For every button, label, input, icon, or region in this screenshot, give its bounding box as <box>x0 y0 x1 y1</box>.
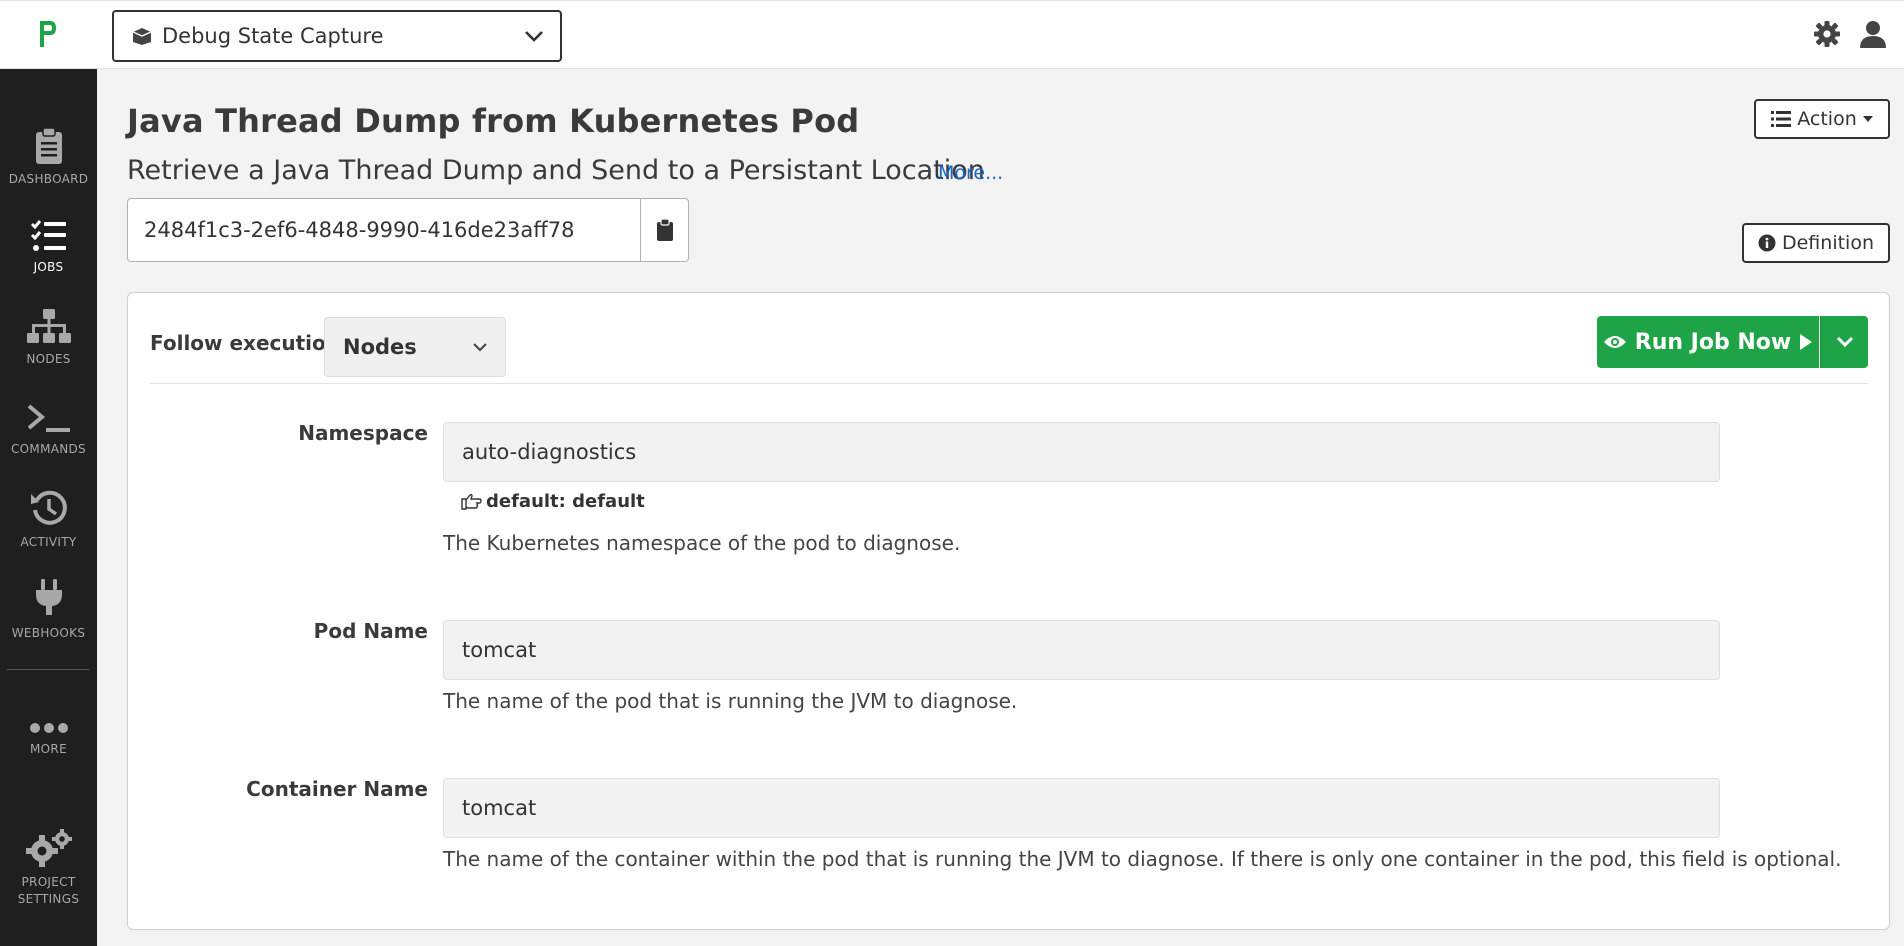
option-label-pod-name: Pod Name <box>313 619 428 643</box>
job-uuid-group <box>127 198 689 262</box>
action-dropdown-button[interactable]: Action <box>1754 99 1890 139</box>
action-label: Action <box>1797 108 1857 130</box>
option-value: tomcat <box>462 796 537 820</box>
project-selector[interactable]: Debug State Capture <box>112 10 562 62</box>
sidebar-item-webhooks[interactable]: WEBHOOKS <box>0 579 97 642</box>
sidebar-item-label: COMMANDS <box>11 442 86 456</box>
copy-uuid-button[interactable] <box>640 199 688 261</box>
sidebar-item-dashboard[interactable]: DASHBOARD <box>0 127 97 188</box>
list-icon <box>1771 111 1792 127</box>
option-default-namespace[interactable]: default: default <box>460 491 645 512</box>
option-label-namespace: Namespace <box>298 421 428 445</box>
job-title: Java Thread Dump from Kubernetes Pod <box>127 102 860 140</box>
play-icon <box>1800 334 1813 350</box>
chevron-down-icon <box>473 342 487 351</box>
gear-icon[interactable] <box>1812 19 1842 49</box>
follow-execution-value: Nodes <box>343 335 417 359</box>
option-value: auto-diagnostics <box>462 440 637 464</box>
definition-button[interactable]: Definition <box>1742 223 1890 263</box>
terminal-icon <box>27 404 70 432</box>
box-icon <box>132 28 152 45</box>
option-description-container-name: The name of the container within the pod… <box>443 847 1842 871</box>
clipboard-copy-icon <box>656 219 673 241</box>
more-link[interactable]: More... <box>938 162 1003 184</box>
option-input-container-name[interactable]: tomcat <box>443 778 1720 838</box>
hand-point-right-icon <box>461 493 482 510</box>
sidebar-item-label: PROJECT SETTINGS <box>17 875 80 906</box>
ellipsis-icon <box>29 723 68 733</box>
option-input-namespace[interactable]: auto-diagnostics <box>443 422 1720 482</box>
option-input-pod-name[interactable]: tomcat <box>443 620 1720 680</box>
top-bar: Debug State Capture <box>0 0 1904 69</box>
chevron-down-icon <box>1836 336 1853 348</box>
run-job-now-button[interactable]: Run Job Now <box>1597 316 1819 368</box>
follow-execution-label: Follow execution <box>150 331 340 355</box>
sidebar-item-activity[interactable]: ACTIVITY <box>0 488 97 551</box>
sidebar-item-nodes[interactable]: NODES <box>0 309 97 368</box>
project-name: Debug State Capture <box>162 24 384 48</box>
panel-divider <box>150 383 1868 384</box>
sidebar-item-commands[interactable]: COMMANDS <box>0 403 97 458</box>
sidebar-item-label: MORE <box>30 742 67 756</box>
chevron-down-icon <box>525 31 543 42</box>
sidebar-divider <box>7 669 89 670</box>
rundeck-logo-icon[interactable] <box>32 17 62 53</box>
caret-down-icon <box>1862 116 1873 122</box>
sidebar-item-label: DASHBOARD <box>8 172 89 186</box>
definition-label: Definition <box>1781 232 1874 254</box>
sitemap-icon <box>26 309 71 343</box>
sidebar-item-project-settings[interactable]: PROJECT SETTINGS <box>0 828 97 908</box>
sidebar-item-more[interactable]: MORE <box>0 721 97 758</box>
user-icon[interactable] <box>1858 19 1888 49</box>
run-job-panel: Follow execution Nodes Run Job Now Names… <box>127 292 1890 930</box>
job-description: Retrieve a Java Thread Dump and Send to … <box>127 155 985 186</box>
tasks-list-icon <box>30 220 66 251</box>
option-description-pod-name: The name of the pod that is running the … <box>443 689 1018 713</box>
sidebar-item-label: WEBHOOKS <box>11 626 86 640</box>
clipboard-icon <box>35 127 62 164</box>
sidebar: DASHBOARD JOBS NODES COMMANDS ACTIVITY W… <box>0 69 97 946</box>
follow-execution-select[interactable]: Nodes <box>324 317 506 377</box>
sidebar-item-jobs[interactable]: JOBS <box>0 219 97 276</box>
sidebar-item-label: NODES <box>26 352 71 366</box>
eye-icon <box>1603 336 1626 348</box>
info-circle-icon <box>1758 234 1776 252</box>
run-job-label: Run Job Now <box>1634 329 1792 355</box>
option-description-namespace: The Kubernetes namespace of the pod to d… <box>443 531 961 555</box>
run-options-dropdown[interactable] <box>1820 316 1868 368</box>
option-value: tomcat <box>462 638 537 662</box>
option-label-container-name: Container Name <box>246 777 428 801</box>
sidebar-item-label: JOBS <box>33 260 64 274</box>
history-icon <box>30 490 67 525</box>
sidebar-item-label: ACTIVITY <box>20 535 77 549</box>
plug-icon <box>35 579 62 615</box>
cogs-icon <box>25 829 72 867</box>
option-default-text: default: default <box>486 491 645 512</box>
job-uuid-field[interactable] <box>128 199 640 261</box>
